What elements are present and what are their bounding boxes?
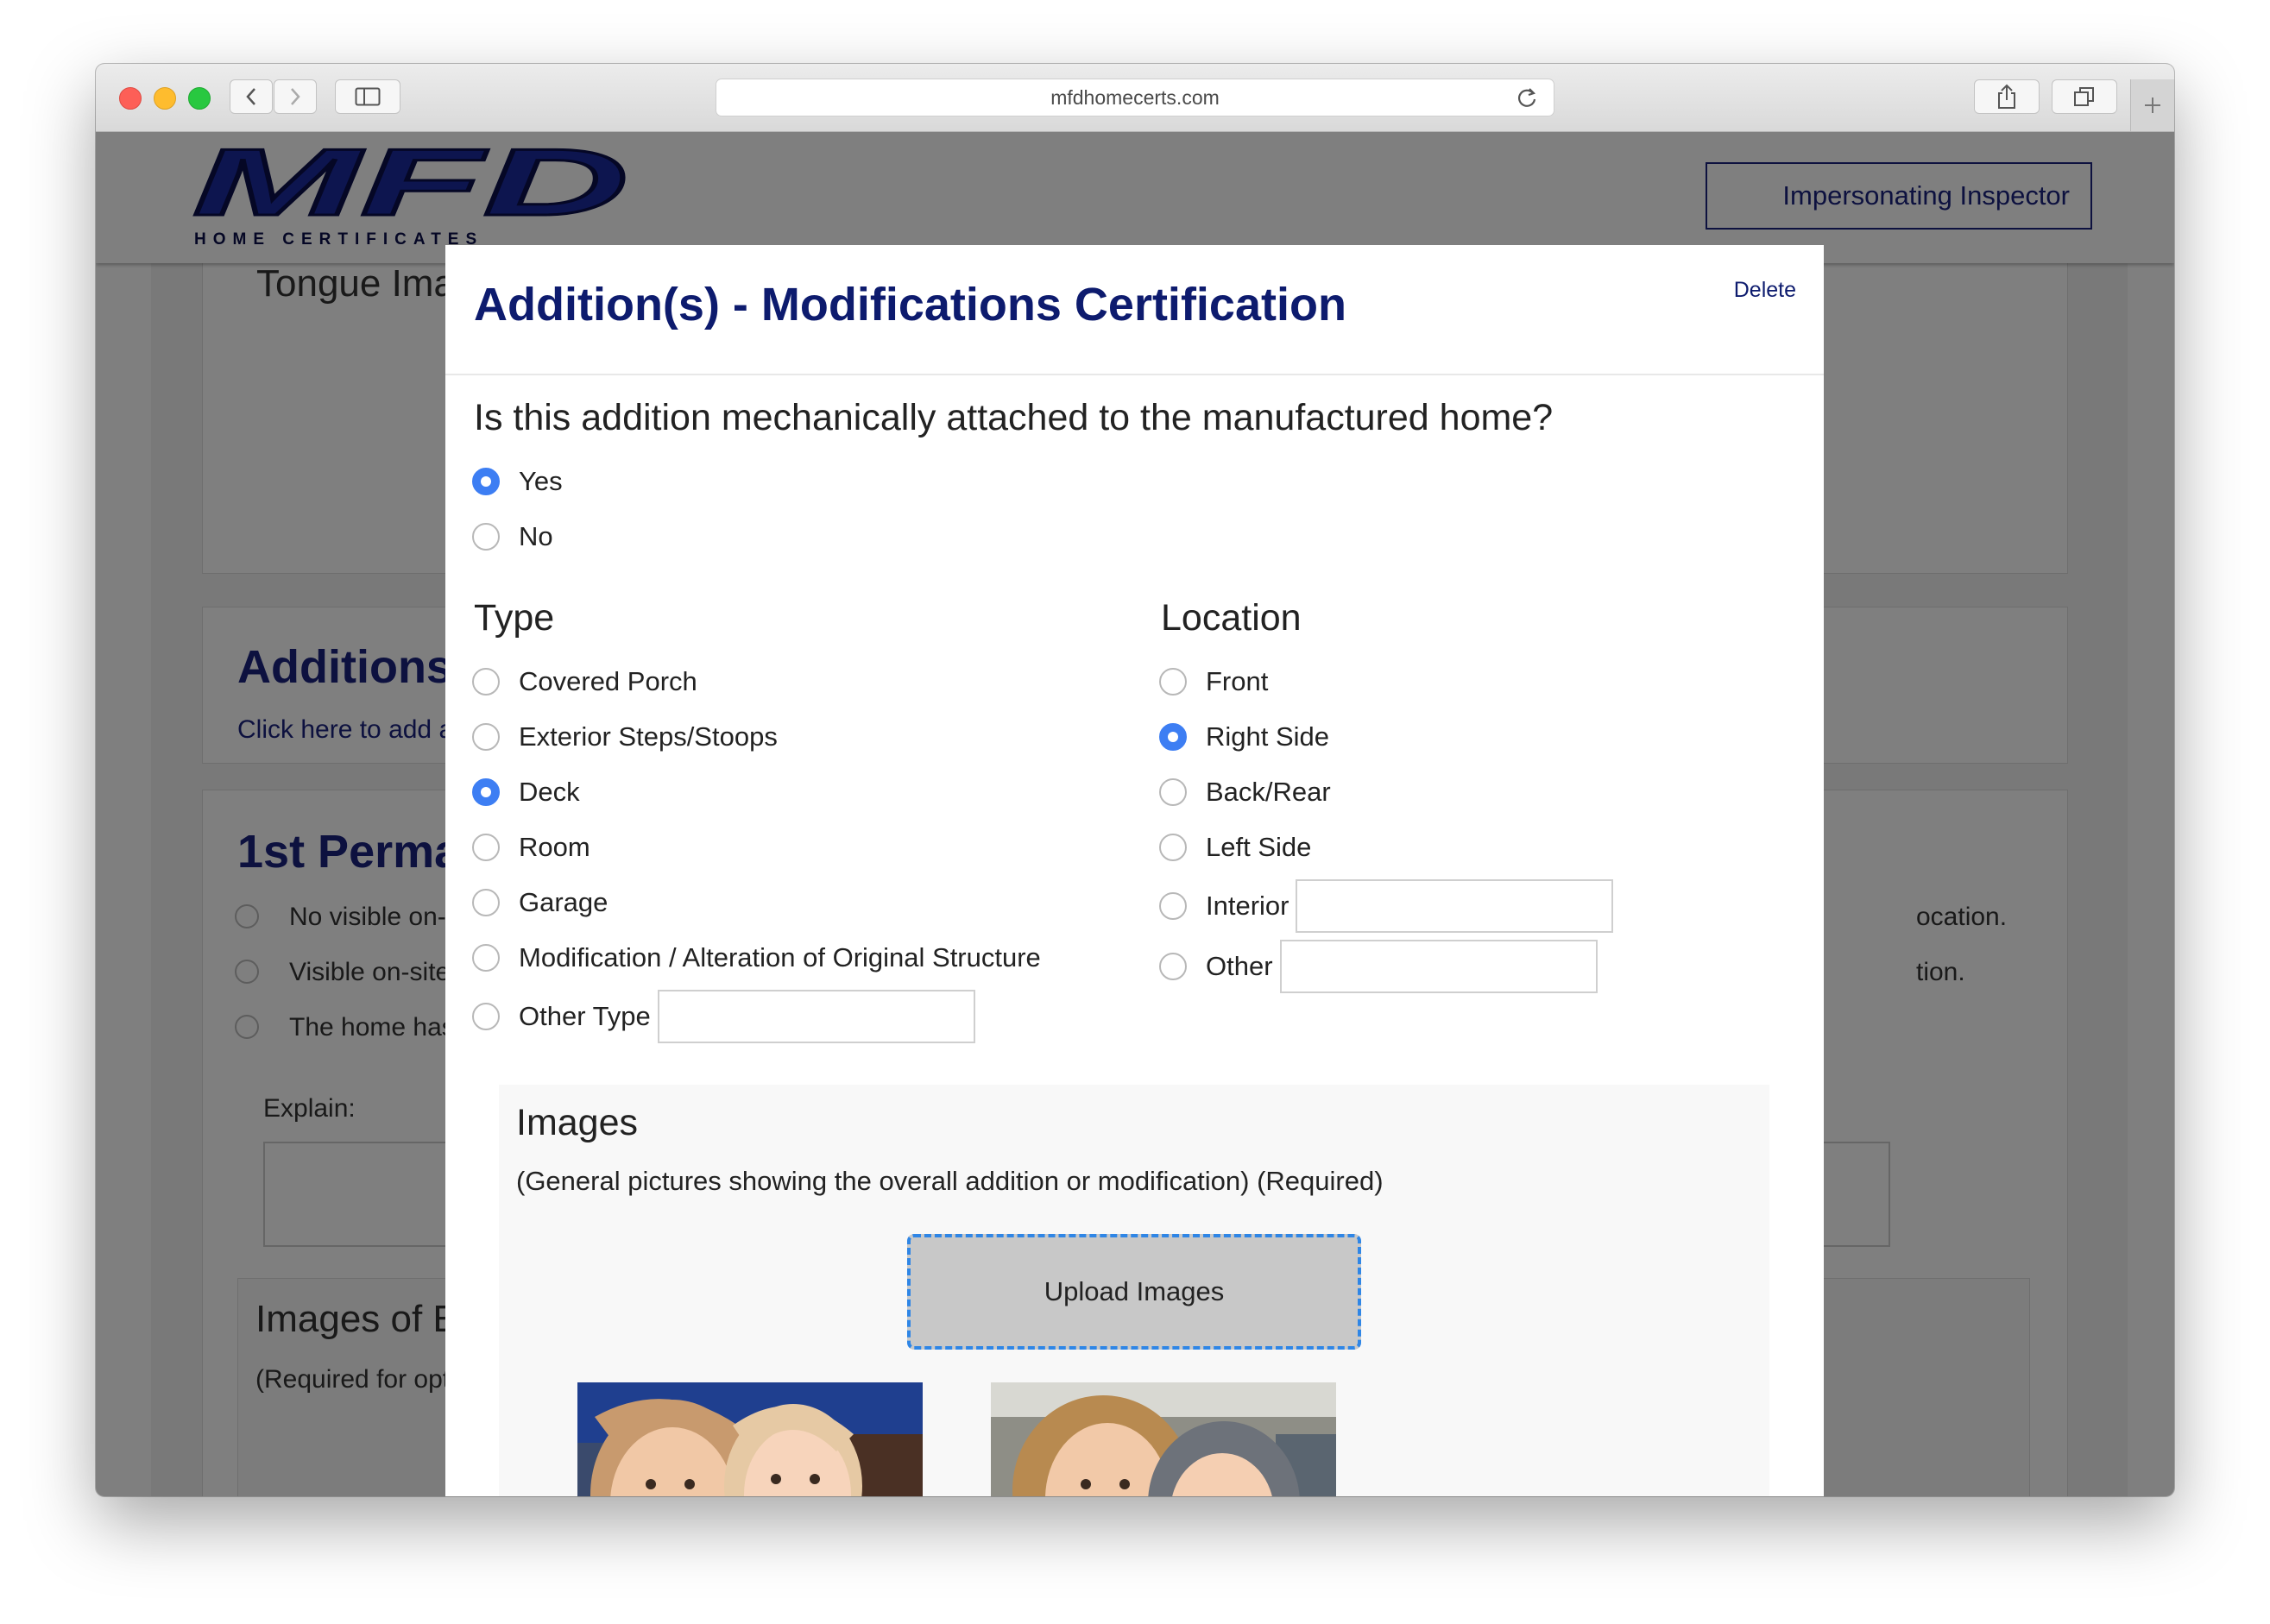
addition-modal: Addition(s) - Modifications Certificatio… bbox=[445, 245, 1824, 1496]
type-option-label: Exterior Steps/Stoops bbox=[519, 721, 778, 752]
location-option-right-side[interactable]: Right Side bbox=[1159, 721, 1329, 752]
type-option-deck[interactable]: Deck bbox=[472, 777, 580, 808]
image-thumbnail[interactable] bbox=[577, 1382, 923, 1496]
type-option-label: Deck bbox=[519, 777, 580, 807]
radio-room[interactable] bbox=[472, 834, 500, 861]
type-heading: Type bbox=[474, 597, 555, 639]
attached-option-label: No bbox=[519, 521, 553, 551]
tabs-overview-button[interactable] bbox=[2052, 79, 2117, 114]
attached-option-yes[interactable]: Yes bbox=[472, 466, 563, 497]
type-option-label: Modification / Alteration of Original St… bbox=[519, 942, 1041, 973]
location-option-label: Left Side bbox=[1206, 832, 1312, 862]
modal-header: Addition(s) - Modifications Certificatio… bbox=[445, 245, 1824, 375]
radio-no[interactable] bbox=[472, 523, 500, 551]
plus-icon bbox=[2145, 98, 2160, 113]
sidebar-icon bbox=[355, 87, 381, 106]
location-option-label: Back/Rear bbox=[1206, 777, 1331, 807]
location-option-label: Interior bbox=[1206, 891, 1289, 921]
upload-images-label: Upload Images bbox=[1044, 1276, 1225, 1306]
zoom-window-button[interactable] bbox=[188, 87, 211, 110]
radio-deck[interactable] bbox=[472, 778, 500, 806]
location-option-front[interactable]: Front bbox=[1159, 666, 1268, 697]
type-option-label: Covered Porch bbox=[519, 666, 697, 696]
forward-button[interactable] bbox=[274, 79, 317, 114]
delete-link[interactable]: Delete bbox=[1734, 278, 1796, 303]
type-option-garage[interactable]: Garage bbox=[472, 887, 608, 918]
location-option-interior[interactable]: Interior bbox=[1159, 879, 1614, 933]
type-option-exterior-steps[interactable]: Exterior Steps/Stoops bbox=[472, 721, 778, 752]
location-option-label: Right Side bbox=[1206, 721, 1330, 752]
radio-exterior-steps[interactable] bbox=[472, 723, 500, 751]
address-bar[interactable]: mfdhomecerts.com bbox=[716, 79, 1554, 116]
radio-yes[interactable] bbox=[472, 468, 500, 495]
radio-garage[interactable] bbox=[472, 889, 500, 916]
location-option-back-rear[interactable]: Back/Rear bbox=[1159, 777, 1331, 808]
type-option-label: Other Type bbox=[519, 1001, 651, 1031]
chevron-right-icon bbox=[291, 88, 300, 105]
other-type-input[interactable] bbox=[657, 990, 975, 1043]
type-option-room[interactable]: Room bbox=[472, 832, 590, 863]
radio-modification[interactable] bbox=[472, 944, 500, 972]
share-button[interactable] bbox=[1974, 79, 2040, 114]
type-option-covered-porch[interactable]: Covered Porch bbox=[472, 666, 697, 697]
photo-thumbnail-1 bbox=[577, 1382, 923, 1496]
reload-icon[interactable] bbox=[1516, 86, 1538, 109]
url-text: mfdhomecerts.com bbox=[1050, 85, 1220, 109]
tabs-icon bbox=[2074, 87, 2094, 106]
attached-option-label: Yes bbox=[519, 466, 563, 496]
images-section: Images (General pictures showing the ove… bbox=[499, 1085, 1769, 1496]
location-heading: Location bbox=[1161, 597, 1302, 639]
share-icon bbox=[1998, 84, 2015, 109]
location-option-label: Other bbox=[1206, 951, 1273, 981]
radio-other-location[interactable] bbox=[1159, 953, 1187, 980]
radio-right-side[interactable] bbox=[1159, 723, 1187, 751]
browser-window: mfdhomecerts.com MFD HOME CERTIFICATES I… bbox=[96, 64, 2174, 1496]
radio-left-side[interactable] bbox=[1159, 834, 1187, 861]
images-note: (General pictures showing the overall ad… bbox=[516, 1166, 1384, 1196]
attached-option-no[interactable]: No bbox=[472, 521, 553, 552]
radio-front[interactable] bbox=[1159, 668, 1187, 696]
radio-back-rear[interactable] bbox=[1159, 778, 1187, 806]
interior-input[interactable] bbox=[1296, 879, 1614, 933]
photo-thumbnail-2 bbox=[991, 1382, 1336, 1496]
sidebar-toggle-button[interactable] bbox=[335, 79, 400, 114]
close-window-button[interactable] bbox=[119, 87, 142, 110]
attached-question: Is this addition mechanically attached t… bbox=[474, 397, 1554, 438]
radio-covered-porch[interactable] bbox=[472, 668, 500, 696]
type-option-label: Garage bbox=[519, 887, 608, 917]
chevron-left-icon bbox=[246, 88, 255, 105]
page-content: MFD HOME CERTIFICATES Impersonating Insp… bbox=[96, 132, 2174, 1496]
images-heading: Images bbox=[516, 1102, 639, 1143]
back-button[interactable] bbox=[230, 79, 273, 114]
browser-toolbar: mfdhomecerts.com bbox=[96, 64, 2174, 132]
upload-images-button[interactable]: Upload Images bbox=[907, 1234, 1361, 1350]
radio-interior[interactable] bbox=[1159, 892, 1187, 920]
location-option-label: Front bbox=[1206, 666, 1269, 696]
image-thumbnail[interactable] bbox=[991, 1382, 1336, 1496]
new-tab-button[interactable] bbox=[2130, 79, 2174, 131]
radio-other-type[interactable] bbox=[472, 1003, 500, 1030]
modal-title: Addition(s) - Modifications Certificatio… bbox=[474, 279, 1346, 330]
type-option-label: Room bbox=[519, 832, 590, 862]
type-option-modification[interactable]: Modification / Alteration of Original St… bbox=[472, 942, 1041, 973]
other-location-input[interactable] bbox=[1279, 940, 1598, 993]
minimize-window-button[interactable] bbox=[154, 87, 176, 110]
location-option-other[interactable]: Other bbox=[1159, 940, 1598, 993]
location-option-left-side[interactable]: Left Side bbox=[1159, 832, 1311, 863]
type-option-other[interactable]: Other Type bbox=[472, 990, 975, 1043]
